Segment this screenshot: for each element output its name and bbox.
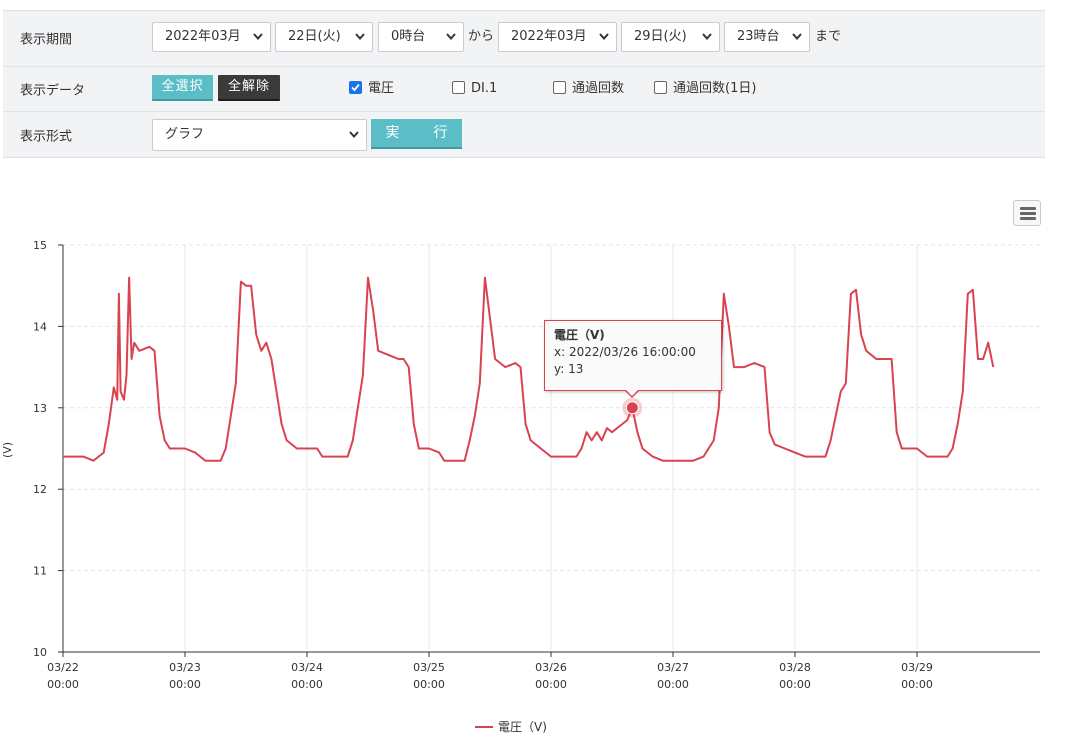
x-tick-label-date: 03/29 — [901, 661, 933, 674]
x-tick-label-time: 00:00 — [535, 678, 567, 691]
x-tick-label-date: 03/24 — [291, 661, 323, 674]
data-tooltip: 電圧（V) x: 2022/03/26 16:00:00 y: 13 — [544, 320, 722, 398]
y-tick-label: 15 — [33, 239, 47, 252]
x-tick-label-date: 03/25 — [413, 661, 445, 674]
voltage-line-chart: 10 11 12 13 14 15 03/22 00:00 03/23 00:00 03/24 00… — [1, 239, 1040, 734]
x-axis-ticks: 03/22 00:00 03/23 00:00 03/24 00:00 03/25 00:00… — [47, 661, 933, 691]
chart-grid — [63, 244, 1040, 652]
x-tick-label-date: 03/27 — [657, 661, 689, 674]
x-tick-label-time: 00:00 — [657, 678, 689, 691]
highlight-marker — [622, 397, 643, 418]
chart-series — [63, 276, 995, 462]
x-tick-label-date: 03/28 — [779, 661, 811, 674]
x-tick-label-date: 03/23 — [169, 661, 201, 674]
y-tick-label: 10 — [33, 646, 47, 659]
y-tick-label: 13 — [33, 402, 47, 415]
legend-series-label: 電圧（V) — [498, 720, 547, 734]
tooltip-y-value: y: 13 — [554, 362, 584, 376]
y-tick-label: 11 — [33, 565, 47, 578]
chart-axes — [58, 244, 1040, 657]
series-line-voltage — [63, 276, 995, 462]
y-tick-label: 12 — [33, 483, 47, 496]
tooltip-x-value: x: 2022/03/26 16:00:00 — [554, 345, 696, 359]
x-tick-label-time: 00:00 — [779, 678, 811, 691]
tooltip-caret-fill — [625, 389, 639, 396]
y-tick-label: 14 — [33, 320, 47, 333]
y-axis-label: (V) — [1, 442, 14, 458]
x-tick-label-time: 00:00 — [169, 678, 201, 691]
chart-legend[interactable]: 電圧（V) — [475, 720, 547, 734]
y-axis-ticks: 10 11 12 13 14 15 — [33, 239, 47, 659]
x-tick-label-time: 00:00 — [413, 678, 445, 691]
x-tick-label-date: 03/22 — [47, 661, 79, 674]
highlight-point — [625, 401, 639, 415]
x-tick-label-time: 00:00 — [291, 678, 323, 691]
tooltip-title: 電圧（V) — [554, 328, 605, 342]
x-tick-label-time: 00:00 — [47, 678, 79, 691]
x-tick-label-time: 00:00 — [901, 678, 933, 691]
x-tick-label-date: 03/26 — [535, 661, 567, 674]
